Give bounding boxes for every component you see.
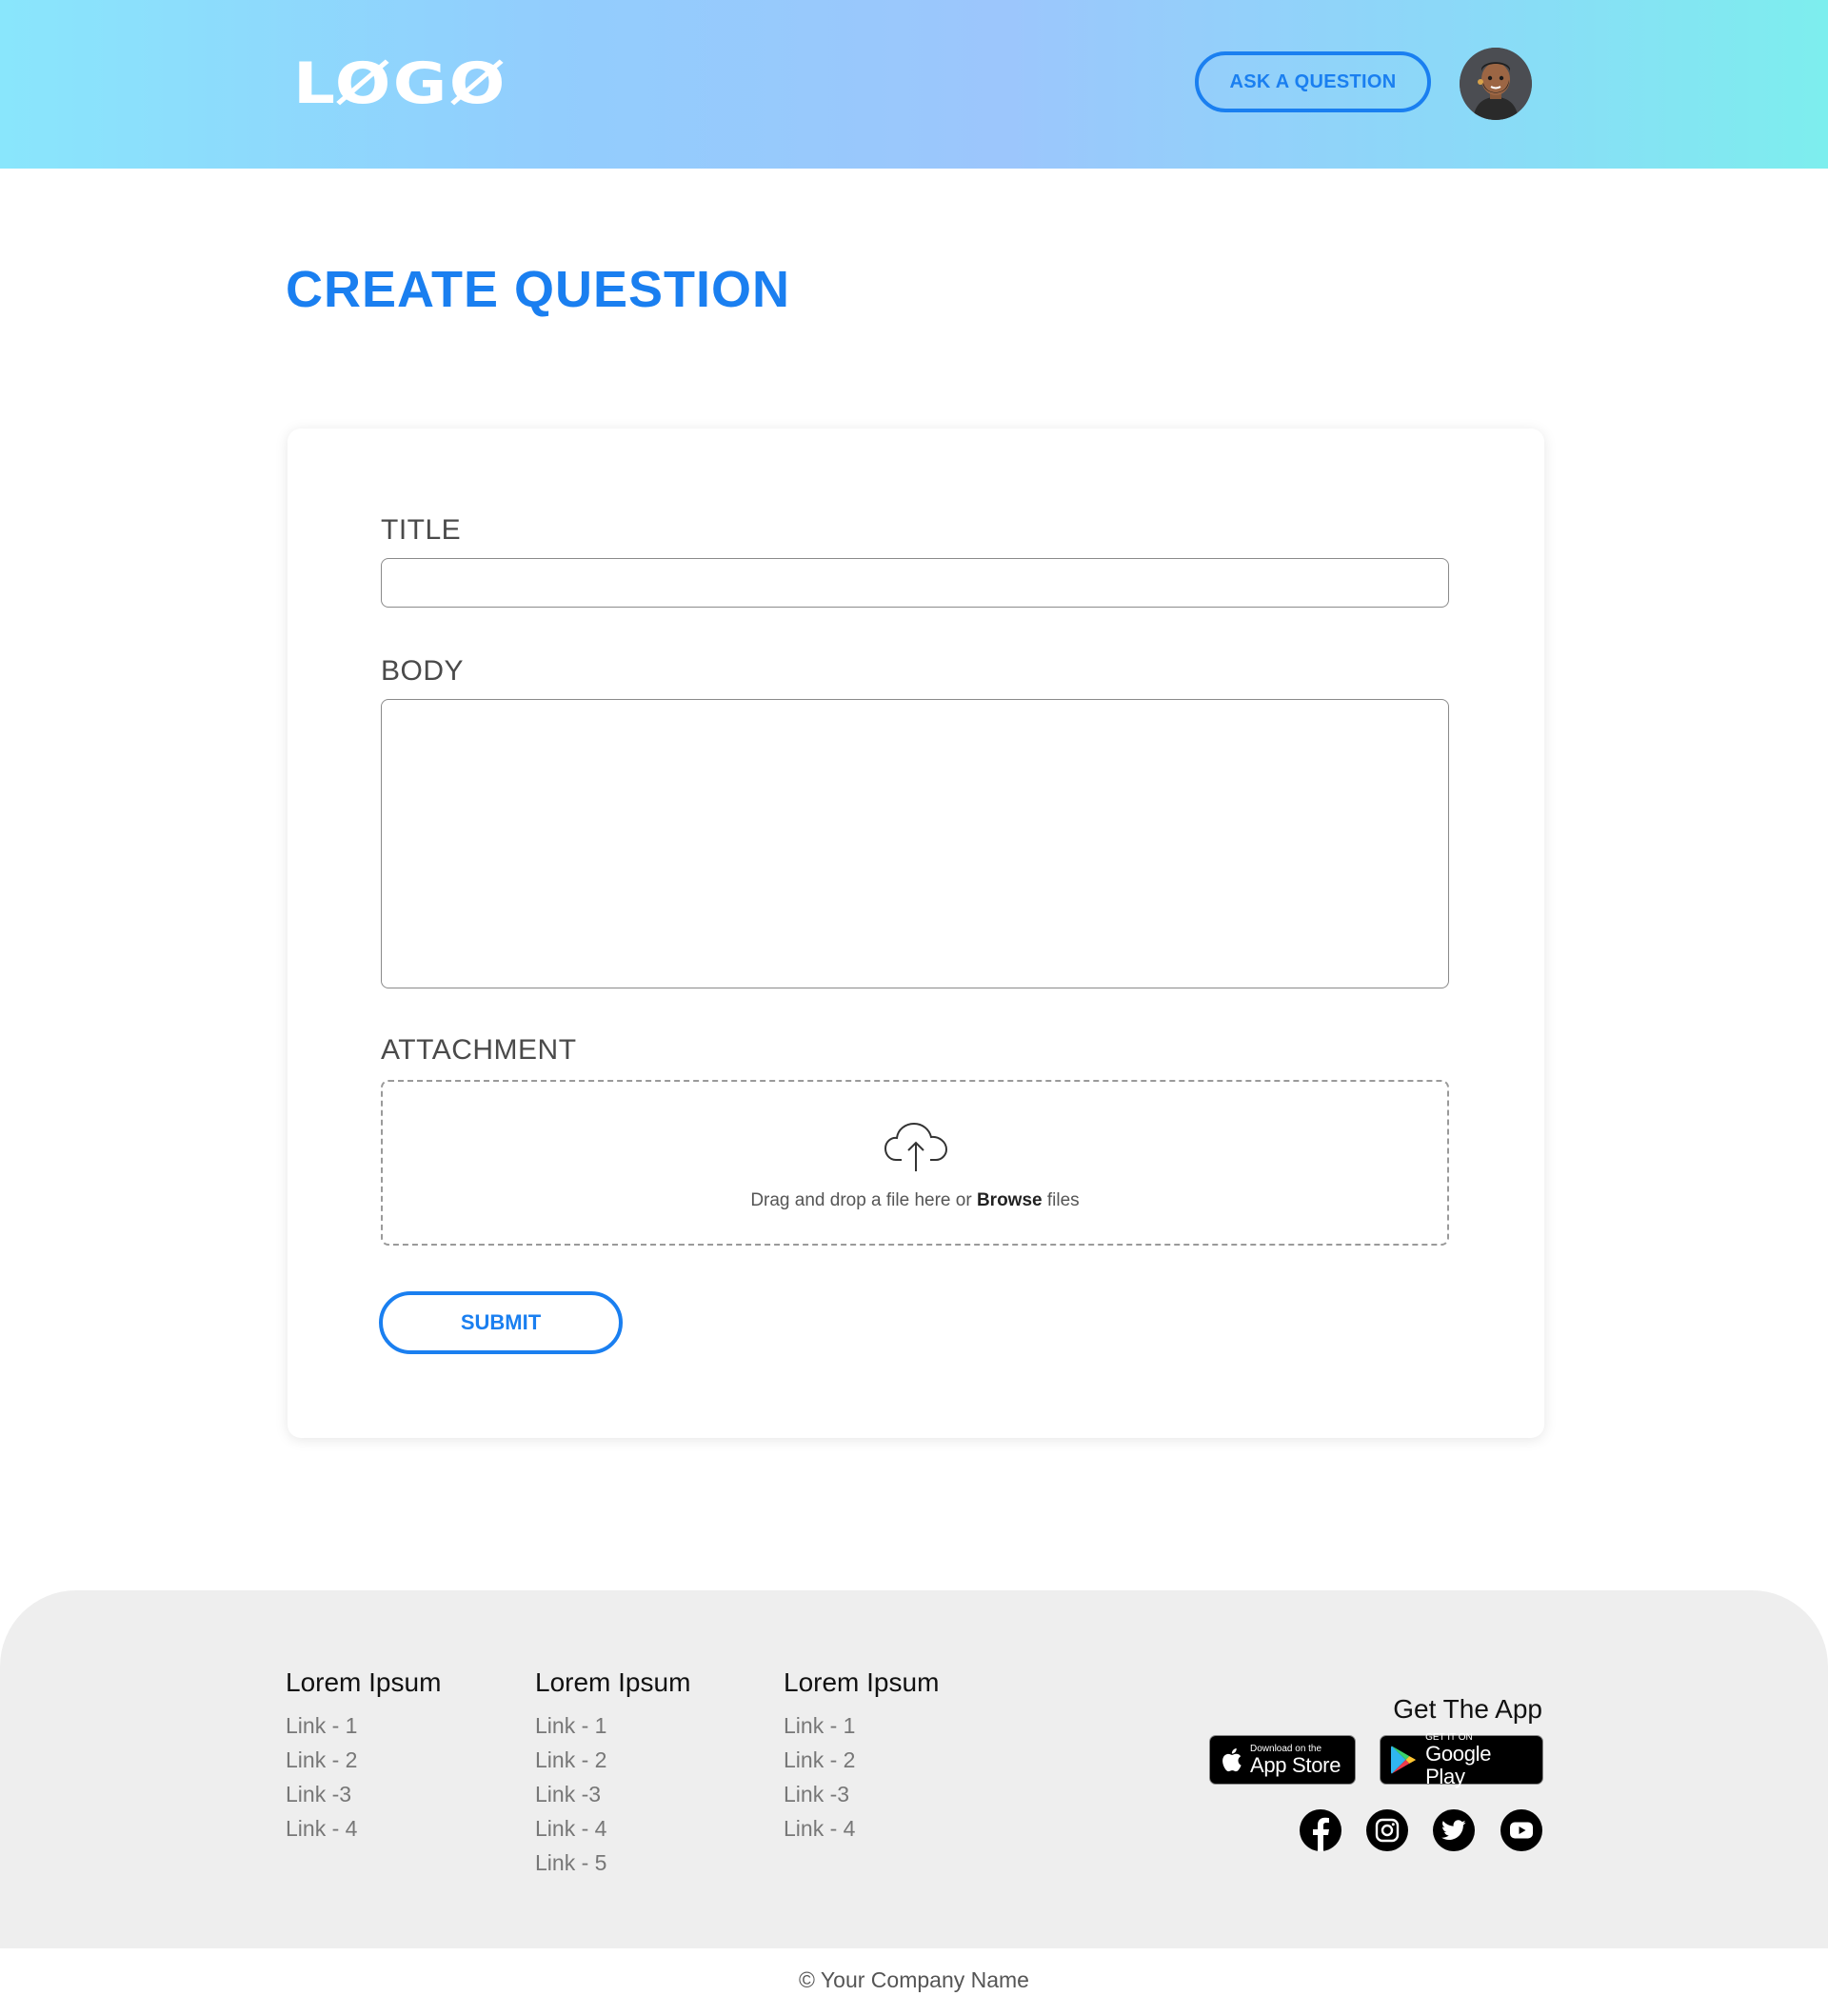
footer-link[interactable]: Link - 4 [535,1811,690,1846]
google-play-icon [1390,1745,1418,1775]
title-label: TITLE [381,514,461,547]
app-store-badge[interactable]: Download on the App Store [1209,1735,1356,1785]
dropzone-text-before: Drag and drop a file here or [750,1190,977,1210]
footer-column-heading: Lorem Ipsum [286,1667,441,1699]
footer-column-2: Lorem Ipsum Link - 1 Link - 2 Link -3 Li… [535,1667,690,1880]
get-app-title: Get The App [1393,1693,1542,1726]
footer-link[interactable]: Link - 4 [286,1811,441,1846]
footer-link[interactable]: Link - 2 [286,1743,441,1777]
footer-link[interactable]: Link - 1 [784,1708,939,1743]
body-label: BODY [381,655,464,688]
footer-link[interactable]: Link -3 [286,1777,441,1811]
footer-link[interactable]: Link - 2 [535,1743,690,1777]
footer-link[interactable]: Link - 1 [286,1708,441,1743]
footer: Lorem Ipsum Link - 1 Link - 2 Link -3 Li… [0,1590,1828,1948]
footer-column-heading: Lorem Ipsum [535,1667,690,1699]
user-avatar-icon[interactable] [1460,48,1532,120]
copyright-text: © Your Company Name [0,1966,1828,1994]
app-store-big-text: App Store [1250,1754,1341,1777]
attachment-label: ATTACHMENT [381,1034,577,1067]
top-header: LØGØ ASK A QUESTION [0,0,1828,169]
footer-column-3: Lorem Ipsum Link - 1 Link - 2 Link -3 Li… [784,1667,939,1846]
cloud-upload-icon [883,1118,949,1173]
footer-link[interactable]: Link -3 [535,1777,690,1811]
title-input[interactable] [381,558,1449,608]
app-store-small-text: Download on the [1250,1744,1341,1754]
ask-question-button[interactable]: ASK A QUESTION [1195,51,1431,112]
submit-button[interactable]: SUBMIT [379,1291,623,1354]
page-title: CREATE QUESTION [286,259,790,320]
apple-icon [1220,1747,1242,1773]
footer-link[interactable]: Link - 4 [784,1811,939,1846]
question-form-card: TITLE BODY ATTACHMENT Drag and drop a fi… [288,429,1544,1438]
browse-files-link[interactable]: Browse [977,1190,1043,1210]
footer-link[interactable]: Link - 1 [535,1708,690,1743]
footer-link[interactable]: Link -3 [784,1777,939,1811]
logo[interactable]: LØGØ [293,53,507,114]
twitter-icon[interactable] [1433,1809,1475,1851]
youtube-icon[interactable] [1500,1809,1542,1851]
dropzone-text-after: files [1043,1190,1080,1210]
footer-link[interactable]: Link - 2 [784,1743,939,1777]
facebook-icon[interactable] [1300,1809,1341,1851]
file-dropzone[interactable]: Drag and drop a file here or Browse file… [381,1080,1449,1246]
footer-column-1: Lorem Ipsum Link - 1 Link - 2 Link -3 Li… [286,1667,441,1846]
google-play-badge[interactable]: GET IT ON Google Play [1380,1735,1543,1785]
footer-column-heading: Lorem Ipsum [784,1667,939,1699]
body-textarea[interactable] [381,699,1449,988]
dropzone-text: Drag and drop a file here or Browse file… [383,1190,1447,1211]
google-play-small-text: GET IT ON [1425,1732,1533,1743]
google-play-big-text: Google Play [1425,1743,1533,1788]
instagram-icon[interactable] [1366,1809,1408,1851]
footer-link[interactable]: Link - 5 [535,1846,690,1880]
